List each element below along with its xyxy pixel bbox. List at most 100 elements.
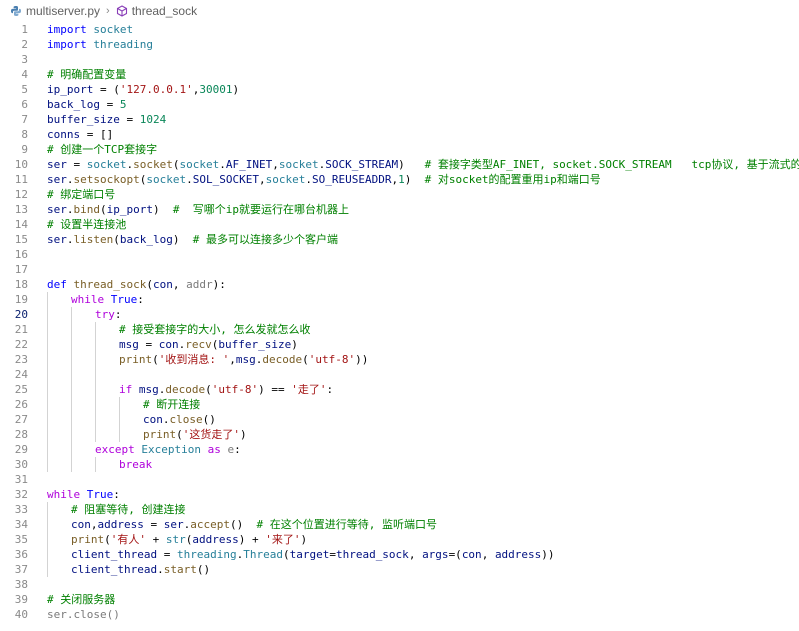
code-token: def <box>47 278 67 291</box>
code-token: . <box>186 173 193 186</box>
code-token: address <box>494 548 542 561</box>
code-editor[interactable]: 1 import socket 2 import threading 3 4 # 明确配置变… <box>0 22 799 631</box>
indent-guide <box>47 307 48 322</box>
code-token: ( <box>302 353 309 366</box>
code-line[interactable]: 30 break <box>0 457 799 472</box>
indent-guide <box>47 382 48 397</box>
indent-guide <box>47 337 48 352</box>
code-token: print <box>119 353 153 366</box>
code-token: # 绑定端口号 <box>47 188 116 201</box>
code-line[interactable]: 19 while True: <box>0 292 799 307</box>
code-token: msg <box>235 353 256 366</box>
code-line[interactable]: 28 print('这货走了') <box>0 427 799 442</box>
chevron-right-icon: › <box>106 5 110 17</box>
code-line[interactable]: 1 import socket <box>0 22 799 37</box>
code-token: ser <box>47 233 67 246</box>
code-line[interactable]: 5 ip_port = ('127.0.0.1',30001) <box>0 82 799 97</box>
code-line[interactable]: 33 # 阻塞等待, 创建连接 <box>0 502 799 517</box>
code-token: Thread <box>243 548 283 561</box>
code-line[interactable]: 39 # 关闭服务器 <box>0 592 799 607</box>
code-token: # 在这个位置进行等待, 监听端口号 <box>256 518 437 531</box>
breadcrumb-file[interactable]: multiserver.py <box>10 4 100 18</box>
code-token: : <box>137 293 144 306</box>
code-line[interactable]: 21 # 接受套接字的大小, 怎么发就怎么收 <box>0 322 799 337</box>
code-line[interactable]: 25 if msg.decode('utf-8') == '走了': <box>0 382 799 397</box>
code-line[interactable]: 6 back_log = 5 <box>0 97 799 112</box>
code-token: ( <box>172 158 180 171</box>
code-text: def thread_sock(con, addr): <box>47 277 226 292</box>
code-token: True <box>110 293 138 306</box>
code-line[interactable]: 23 print('收到消息: ',msg.decode('utf-8')) <box>0 352 799 367</box>
code-line[interactable]: 24 <box>0 367 799 382</box>
code-token: while <box>71 293 105 306</box>
code-line[interactable]: 12 # 绑定端口号 <box>0 187 799 202</box>
indent-guide <box>95 427 96 442</box>
code-line[interactable]: 34 con,address = ser.accept() # 在这个位置进行等待… <box>0 517 799 532</box>
code-token: SOL_SOCKET <box>192 173 259 186</box>
code-line[interactable]: 29 except Exception as e: <box>0 442 799 457</box>
code-token: con <box>71 518 91 531</box>
code-text: ser = socket.socket(socket.AF_INET,socke… <box>47 157 799 172</box>
code-line[interactable]: 7 buffer_size = 1024 <box>0 112 799 127</box>
code-line[interactable]: 10 ser = socket.socket(socket.AF_INET,soc… <box>0 157 799 172</box>
code-token: = <box>329 548 336 561</box>
indent-guide <box>47 457 48 472</box>
code-line[interactable]: 18 def thread_sock(con, addr): <box>0 277 799 292</box>
code-line[interactable]: 8 conns = [] <box>0 127 799 142</box>
line-number: 21 <box>14 323 28 336</box>
code-token: 5 <box>119 98 127 111</box>
code-token: . <box>66 233 74 246</box>
code-text: back_log = 5 <box>47 97 126 112</box>
code-token: decode <box>165 383 206 396</box>
code-line[interactable]: 17 <box>0 262 799 277</box>
code-token: ) <box>291 338 298 351</box>
code-token: print <box>71 533 105 546</box>
code-text: client_thread = threading.Thread(target=… <box>71 547 555 562</box>
indent-guide <box>71 337 72 352</box>
code-line[interactable]: 38 <box>0 577 799 592</box>
code-text: # 接受套接字的大小, 怎么发就怎么收 <box>119 322 311 337</box>
code-line[interactable]: 22 msg = con.recv(buffer_size) <box>0 337 799 352</box>
code-line[interactable]: 35 print('有人' + str(address) + '来了') <box>0 532 799 547</box>
code-line[interactable]: 37 client_thread.start() <box>0 562 799 577</box>
code-line[interactable]: 27 con.close() <box>0 412 799 427</box>
line-number: 6 <box>21 98 28 111</box>
code-token: import <box>47 38 87 51</box>
code-line[interactable]: 15 ser.listen(back_log) # 最多可以连接多少个客户端 <box>0 232 799 247</box>
breadcrumb-symbol[interactable]: thread_sock <box>116 4 197 18</box>
code-token: () <box>202 413 216 426</box>
code-line[interactable]: 20 try: <box>0 307 799 322</box>
code-line[interactable]: 14 # 设置半连接池 <box>0 217 799 232</box>
line-number: 29 <box>14 443 28 456</box>
code-line[interactable]: 3 <box>0 52 799 67</box>
code-line[interactable]: 40 ser.close() <box>0 607 799 622</box>
code-line[interactable]: 32 while True: <box>0 487 799 502</box>
code-text: # 设置半连接池 <box>47 217 126 232</box>
code-token: 'utf-8' <box>308 353 356 366</box>
code-line[interactable]: 11 ser.setsockopt(socket.SOL_SOCKET,socke… <box>0 172 799 187</box>
code-token: + <box>146 533 166 546</box>
code-line[interactable]: 2 import threading <box>0 37 799 52</box>
code-token: except <box>95 443 135 456</box>
indent-guide <box>47 412 48 427</box>
line-number: 31 <box>14 473 28 486</box>
code-line[interactable]: 13 ser.bind(ip_port) # 写哪个ip就要运行在哪台机器上 <box>0 202 799 217</box>
indent-guide <box>47 502 48 517</box>
code-line[interactable]: 31 <box>0 472 799 487</box>
code-line[interactable]: 16 <box>0 247 799 262</box>
code-token: address <box>97 518 144 531</box>
line-number: 11 <box>14 173 28 186</box>
code-line[interactable]: 36 client_thread = threading.Thread(targe… <box>0 547 799 562</box>
indent-guide <box>119 427 120 442</box>
line-number: 40 <box>14 608 28 621</box>
code-line[interactable]: 9 # 创建一个TCP套接字 <box>0 142 799 157</box>
code-line[interactable]: 26 # 断开连接 <box>0 397 799 412</box>
code-token: . <box>66 203 74 216</box>
code-token: client_thread <box>71 548 158 561</box>
code-token: try <box>95 308 115 321</box>
code-token: # 对socket的配置重用ip和端口号 <box>424 173 601 186</box>
code-line[interactable]: 4 # 明确配置变量 <box>0 67 799 82</box>
